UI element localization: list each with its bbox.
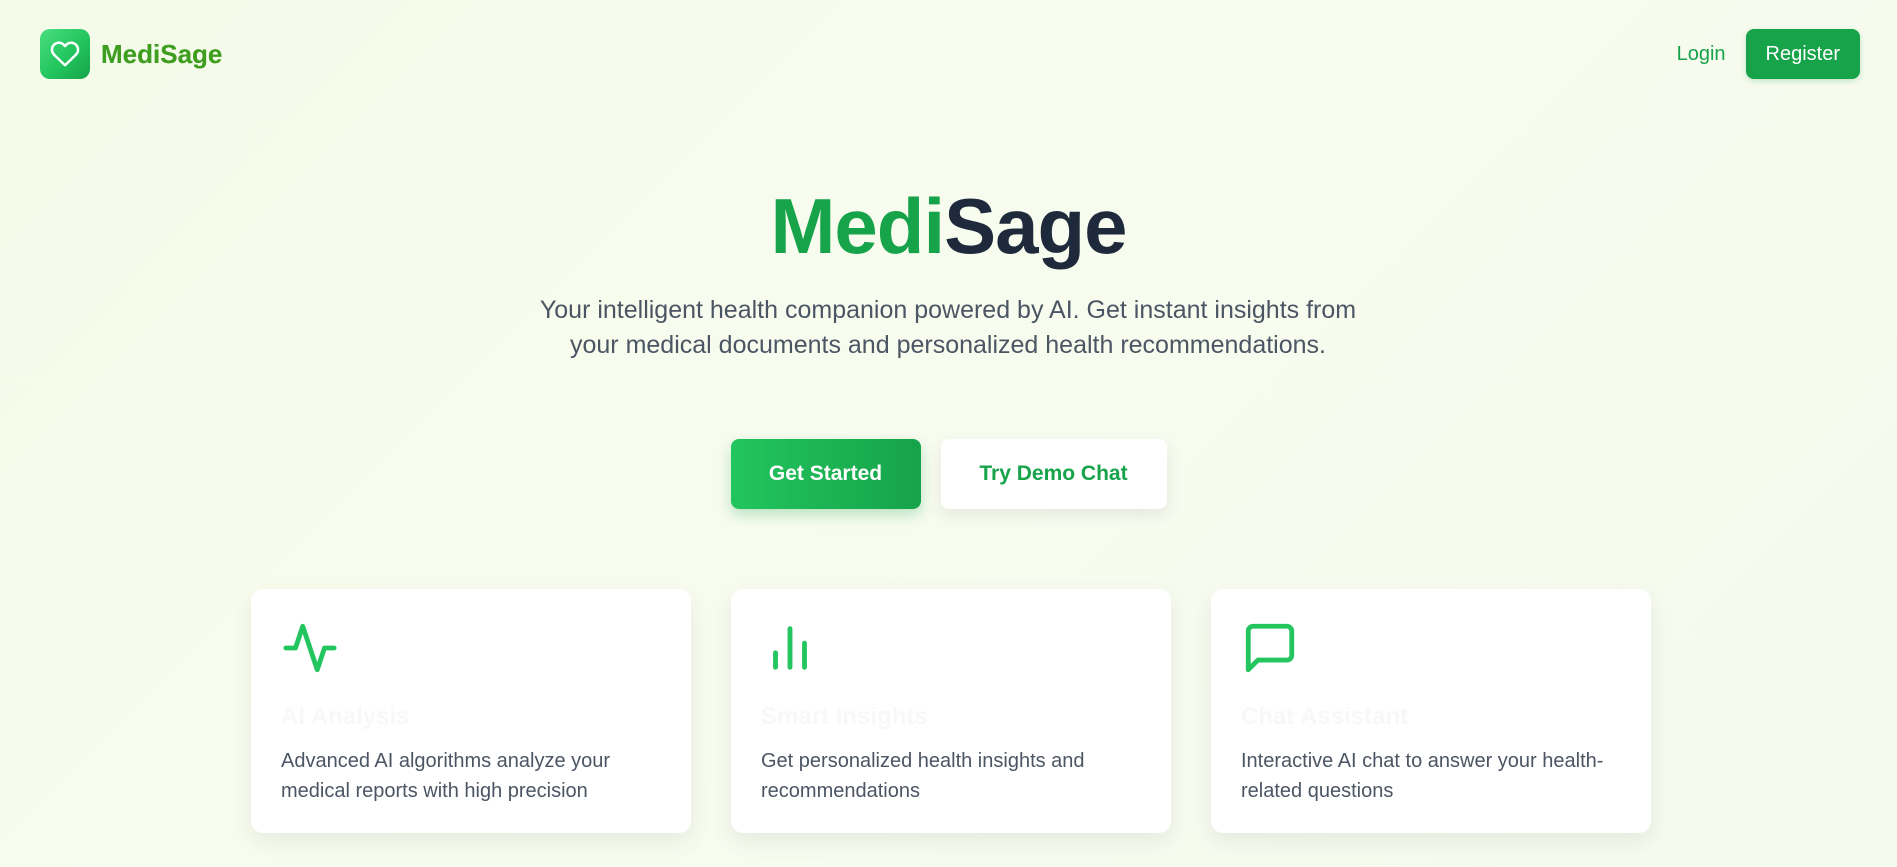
feature-title: Smart Insights <box>761 703 928 730</box>
feature-description: Advanced AI algorithms analyze your medi… <box>281 750 611 802</box>
hero-title-medi: Medi <box>770 182 945 270</box>
login-link[interactable]: Login <box>1677 43 1726 66</box>
register-button[interactable]: Register <box>1745 29 1860 79</box>
hero-subtitle: Your intelligent health companion powere… <box>539 296 1357 359</box>
top-header: MediSage Login Register <box>0 0 1897 108</box>
bar-chart-icon <box>761 619 819 677</box>
hero-title: MediSage <box>0 178 1897 274</box>
features-section: AI Analysis Advanced AI algorithms analy… <box>251 589 1651 833</box>
feature-card-ai-analysis: AI Analysis Advanced AI algorithms analy… <box>251 589 691 833</box>
get-started-button[interactable]: Get Started <box>730 439 921 509</box>
hero-title-sage: Sage <box>944 182 1127 270</box>
feature-description: Interactive AI chat to answer your healt… <box>1241 750 1604 802</box>
feature-description: Get personalized health insights and rec… <box>761 750 1085 802</box>
activity-pulse-icon <box>281 619 339 677</box>
feature-card-smart-insights: Smart Insights Get personalized health i… <box>731 589 1171 833</box>
feature-title: AI Analysis <box>281 703 410 730</box>
try-demo-chat-button[interactable]: Try Demo Chat <box>940 439 1167 509</box>
cta-row: Get Started Try Demo Chat <box>0 439 1897 509</box>
brand-name: MediSage <box>101 38 223 69</box>
heart-icon <box>40 29 90 79</box>
header-nav: Login Register <box>1677 29 1860 79</box>
feature-title: Chat Assistant <box>1241 703 1409 730</box>
brand[interactable]: MediSage <box>40 29 222 79</box>
chat-bubble-icon <box>1241 619 1299 677</box>
feature-card-chat-assistant: Chat Assistant Interactive AI chat to an… <box>1211 589 1651 833</box>
